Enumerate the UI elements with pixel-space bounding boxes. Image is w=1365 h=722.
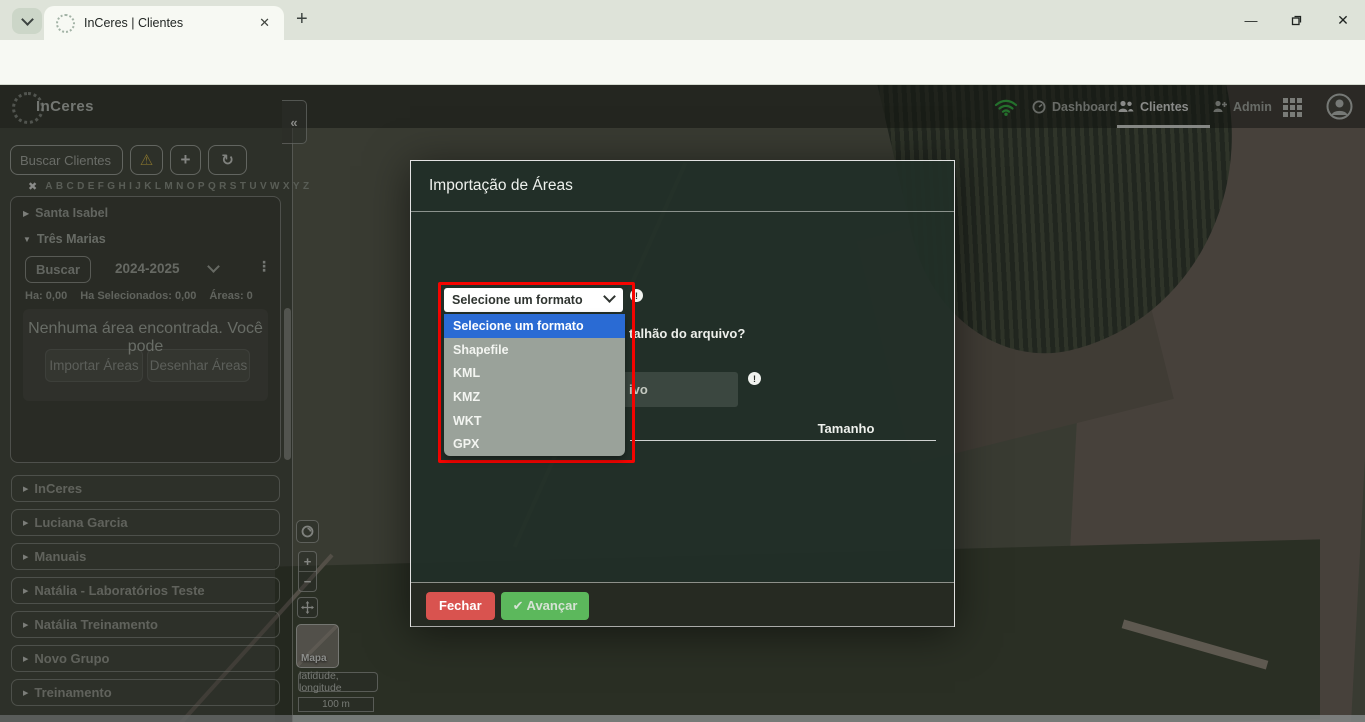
- browser-tab-strip: InCeres | Clientes ✕ + — ✕: [0, 0, 1365, 40]
- chevron-down-icon: [20, 13, 34, 26]
- window-minimize-button[interactable]: —: [1238, 8, 1264, 32]
- browser-toolbar: ← → ↻ dashboard.inceres.com.br/clientes.…: [0, 40, 1365, 118]
- tab-search-button[interactable]: [12, 8, 42, 34]
- modal-footer: Fechar ✔ Avançar: [411, 582, 954, 628]
- window-restore-button[interactable]: [1284, 8, 1310, 32]
- modal-title: Importação de Áreas: [429, 177, 573, 194]
- table-header-tamanho: Tamanho: [817, 421, 875, 436]
- new-tab-button[interactable]: +: [290, 7, 314, 32]
- format-select-value: Selecione um formato: [452, 293, 583, 307]
- site-favicon-icon: [56, 13, 75, 33]
- chevron-down-icon: [603, 290, 616, 303]
- tab-close-icon[interactable]: ✕: [255, 13, 274, 33]
- option-wkt[interactable]: WKT: [444, 409, 625, 433]
- restore-icon: [1291, 15, 1302, 26]
- annotation-highlight-box: Selecione um formato Selecione um format…: [438, 282, 635, 463]
- option-kml[interactable]: KML: [444, 361, 625, 385]
- avancar-button[interactable]: ✔ Avançar: [500, 591, 590, 620]
- browser-tab[interactable]: InCeres | Clientes ✕: [44, 6, 284, 40]
- modal-header: Importação de Áreas: [411, 161, 954, 212]
- option-gpx[interactable]: GPX: [444, 432, 625, 456]
- modal-body: ivo talhão do arquivo? ! ! Tamanho Selec…: [411, 212, 954, 582]
- fechar-button[interactable]: Fechar: [426, 591, 495, 620]
- check-icon: ✔: [512, 597, 524, 613]
- import-areas-modal: Importação de Áreas ivo talhão do arquiv…: [410, 160, 955, 628]
- page-viewport: InCeres Dashboard Clientes Admin Buscar …: [0, 85, 1365, 722]
- info-icon[interactable]: !: [748, 372, 761, 385]
- option-shapefile[interactable]: Shapefile: [444, 338, 625, 362]
- window-close-button[interactable]: ✕: [1330, 8, 1356, 32]
- avancar-label: Avançar: [526, 598, 578, 613]
- option-kmz[interactable]: KMZ: [444, 385, 625, 409]
- table-header-divider: [630, 440, 936, 441]
- format-dropdown-list: Selecione um formato Shapefile KML KMZ W…: [444, 314, 625, 456]
- option-selecione-um-formato[interactable]: Selecione um formato: [444, 314, 625, 338]
- checkbox-question-fragment: talhão do arquivo?: [629, 326, 746, 341]
- format-select[interactable]: Selecione um formato: [444, 288, 623, 312]
- tab-title: InCeres | Clientes: [84, 16, 184, 30]
